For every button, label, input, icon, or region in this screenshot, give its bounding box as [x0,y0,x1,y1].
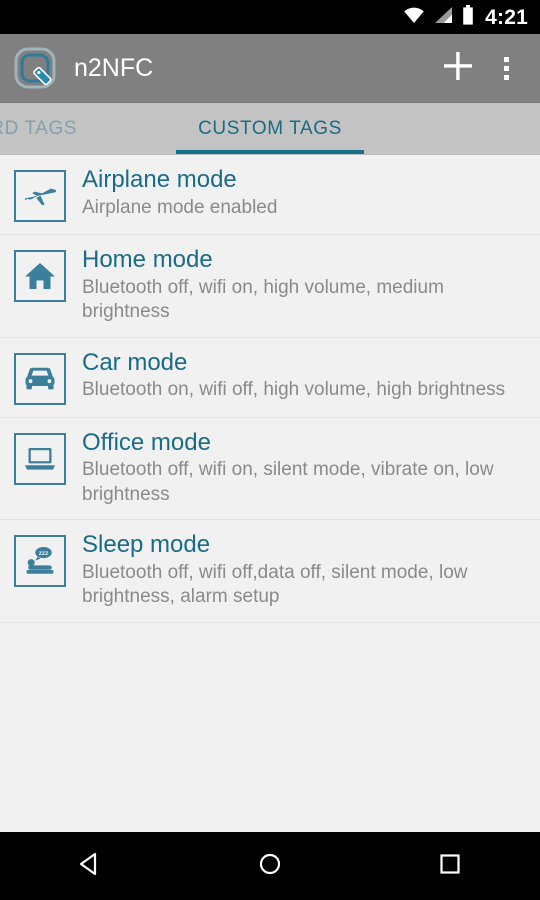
list-item[interactable]: Car mode Bluetooth on, wifi off, high vo… [0,337,540,418]
app-screen: 4:21 n2NFC D TAGS CUSTOM TAGS Airplane m… [0,0,540,900]
cellular-signal-icon [434,6,453,29]
list-item[interactable]: Home mode Bluetooth off, wifi on, high v… [0,235,540,338]
list-item-subtitle: Bluetooth off, wifi off,data off, silent… [82,561,468,608]
list-item-title: Car mode [82,348,188,376]
battery-icon [462,4,474,30]
more-vertical-icon [503,56,509,80]
list-item[interactable]: Office mode Bluetooth off, wifi on, sile… [0,417,540,520]
app-bar: n2NFC [0,34,540,103]
list-item-title: Office mode [82,428,211,456]
recents-button[interactable] [405,832,495,900]
list-item-subtitle: Airplane mode enabled [82,196,278,218]
list-item-title: Airplane mode [82,166,237,193]
list-item[interactable]: Airplane mode Airplane mode enabled [0,155,540,235]
overflow-menu-button[interactable] [482,44,530,92]
add-tag-button[interactable] [434,44,482,92]
status-bar-icons [403,4,474,30]
tab-custom-tags[interactable]: CUSTOM TAGS [170,103,370,154]
home-icon [14,250,66,302]
list-item-subtitle: Bluetooth off, wifi on, silent mode, vib… [82,459,494,505]
list-item[interactable]: zzz Sleep mode Bluetooth off, wifi off,d… [0,520,540,623]
tab-custom-tags-label: CUSTOM TAGS [198,118,342,139]
laptop-icon [14,432,66,485]
sleep-bed-icon: zzz [14,535,66,587]
list-item-subtitle: Bluetooth on, wifi off, high volume, hig… [82,379,506,401]
home-button[interactable] [225,832,315,900]
list-item-text: Airplane mode Airplane mode enabled [82,166,526,220]
system-navigation-bar [0,832,540,900]
custom-tags-list: Airplane mode Airplane mode enabled Home… [0,155,540,832]
list-item-text: Office mode Bluetooth off, wifi on, sile… [82,428,526,508]
wifi-icon [403,6,425,29]
airplane-icon [14,170,66,222]
tab-active-indicator [176,150,364,154]
list-item-title: Sleep mode [82,531,211,558]
tab-standard-tags-label: ARD TAGS [0,118,78,139]
back-button[interactable] [45,832,135,900]
list-item-title: Home mode [82,246,213,273]
n2nfc-app-icon[interactable] [14,47,56,89]
tab-standard-tags[interactable]: ARD TAGS [0,103,170,154]
recents-square-icon [436,850,464,883]
list-item-text: Car mode Bluetooth on, wifi off, high vo… [82,348,526,403]
home-circle-icon [256,850,284,883]
car-icon [14,352,66,405]
status-bar-clock: 4:21 [485,5,528,29]
list-item-text: Home mode Bluetooth off, wifi on, high v… [82,246,526,325]
status-bar: 4:21 [0,0,540,34]
back-triangle-icon [76,850,104,883]
list-item-subtitle: Bluetooth off, wifi on, high volume, med… [82,276,444,323]
svg-text:zzz: zzz [39,550,49,557]
plus-icon [441,49,475,88]
app-title: n2NFC [74,53,154,82]
tab-bar: ARD TAGS CUSTOM TAGS [0,103,540,155]
list-item-text: Sleep mode Bluetooth off, wifi off,data … [82,531,526,610]
